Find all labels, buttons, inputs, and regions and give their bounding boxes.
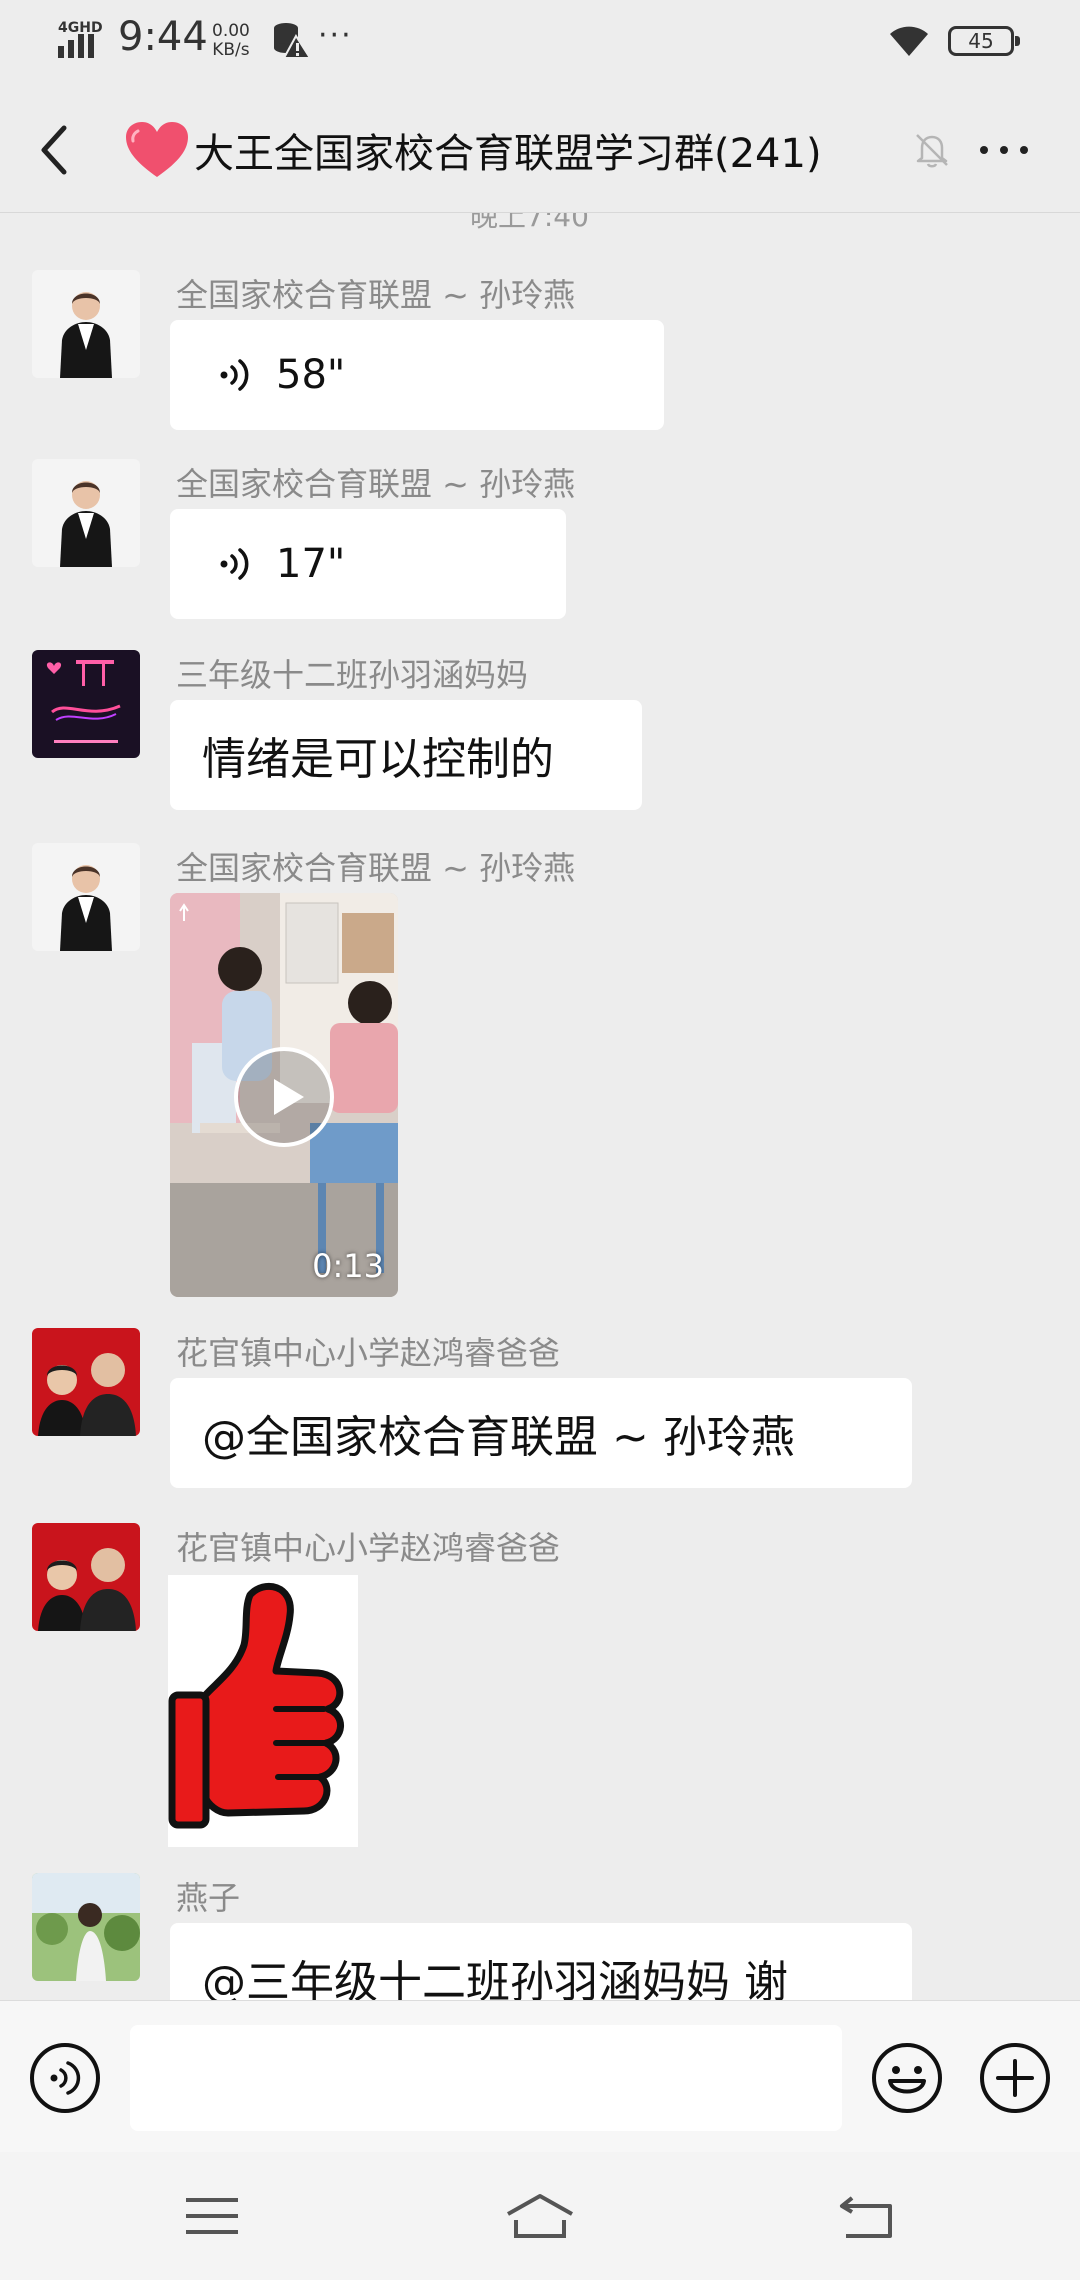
avatar[interactable] <box>32 1523 140 1631</box>
network-speed-value: 0.00 <box>212 21 250 41</box>
battery-icon: 45 <box>948 26 1020 56</box>
chat-title-area[interactable]: 大王全国家校合育联盟学习群(241) <box>124 120 822 180</box>
sender-name: 全国家校合育联盟 ~ 孙玲燕 <box>176 849 576 887</box>
video-message[interactable]: 0:13 <box>170 893 398 1297</box>
bell-off-icon <box>916 134 948 168</box>
plus-icon[interactable] <box>978 2041 1052 2115</box>
heart-icon <box>126 122 188 177</box>
message-timestamp: 晚上7:40 <box>470 213 589 233</box>
sender-name: 三年级十二班孙羽涵妈妈 <box>176 656 529 694</box>
voice-toggle-icon[interactable] <box>28 2041 102 2115</box>
more-notifications-icon: ··· <box>318 18 353 53</box>
status-bar: 4GHD 9:44 0.00 KB/s ··· 45 <box>0 0 1080 84</box>
message-list[interactable]: 晚上7:40 全国家校合育联盟 ~ 孙玲燕 58" 全国家校合育联盟 ~ 孙玲燕… <box>0 213 1080 2000</box>
system-nav-bar <box>0 2152 1080 2280</box>
sender-name: 燕子 <box>176 1879 241 1917</box>
avatar[interactable] <box>32 843 140 951</box>
chevron-left-icon[interactable] <box>30 120 80 180</box>
page-title: 大王全国家校合育联盟学习群(241) <box>194 131 822 177</box>
input-bar <box>0 2000 1080 2153</box>
menu-icon[interactable] <box>176 2190 248 2242</box>
back-icon[interactable] <box>832 2190 904 2242</box>
sender-name: 全国家校合育联盟 ~ 孙玲燕 <box>176 465 576 503</box>
network-speed: 0.00 KB/s <box>212 22 250 60</box>
message-input[interactable] <box>130 2025 842 2131</box>
text-message-bubble[interactable]: @全国家校合育联盟 ~ 孙玲燕 <box>170 1378 912 1488</box>
wifi-icon <box>890 26 928 56</box>
avatar[interactable] <box>32 459 140 567</box>
sender-name: 花官镇中心小学赵鸿睿爸爸 <box>176 1529 561 1567</box>
avatar[interactable] <box>32 1873 140 1981</box>
voice-wave-icon <box>220 548 249 580</box>
voice-message-bubble[interactable]: 17" <box>170 509 566 619</box>
network-speed-unit: KB/s <box>212 40 250 60</box>
chat-header: 大王全国家校合育联盟学习群(241) <box>0 84 1080 214</box>
video-duration: 0:13 <box>312 1247 384 1285</box>
more-options-button[interactable] <box>972 132 1036 168</box>
data-saver-icon <box>274 23 312 59</box>
voice-duration: 17" <box>276 541 346 587</box>
voice-duration: 58" <box>276 352 346 398</box>
voice-wave-icon <box>220 359 249 391</box>
home-icon[interactable] <box>504 2190 576 2242</box>
clock: 9:44 <box>118 14 208 60</box>
avatar[interactable] <box>32 1328 140 1436</box>
text-message-bubble[interactable]: @三年级十二班孙羽涵妈妈 谢 <box>170 1923 912 2000</box>
emoji-icon[interactable] <box>870 2041 944 2115</box>
cellular-signal-icon: 4GHD <box>58 20 106 58</box>
battery-level: 45 <box>968 29 994 53</box>
message-text: @三年级十二班孙羽涵妈妈 谢 <box>202 1957 788 2000</box>
avatar[interactable] <box>32 650 140 758</box>
sender-name: 全国家校合育联盟 ~ 孙玲燕 <box>176 276 576 314</box>
play-icon[interactable] <box>232 1045 336 1149</box>
text-message-bubble[interactable]: 情绪是可以控制的 <box>170 700 642 810</box>
avatar[interactable] <box>32 270 140 378</box>
voice-message-bubble[interactable]: 58" <box>170 320 664 430</box>
message-text: @全国家校合育联盟 ~ 孙玲燕 <box>202 1412 795 1463</box>
message-text: 情绪是可以控制的 <box>202 734 554 785</box>
sender-name: 花官镇中心小学赵鸿睿爸爸 <box>176 1334 561 1372</box>
thumbs-up-sticker[interactable] <box>168 1575 358 1847</box>
